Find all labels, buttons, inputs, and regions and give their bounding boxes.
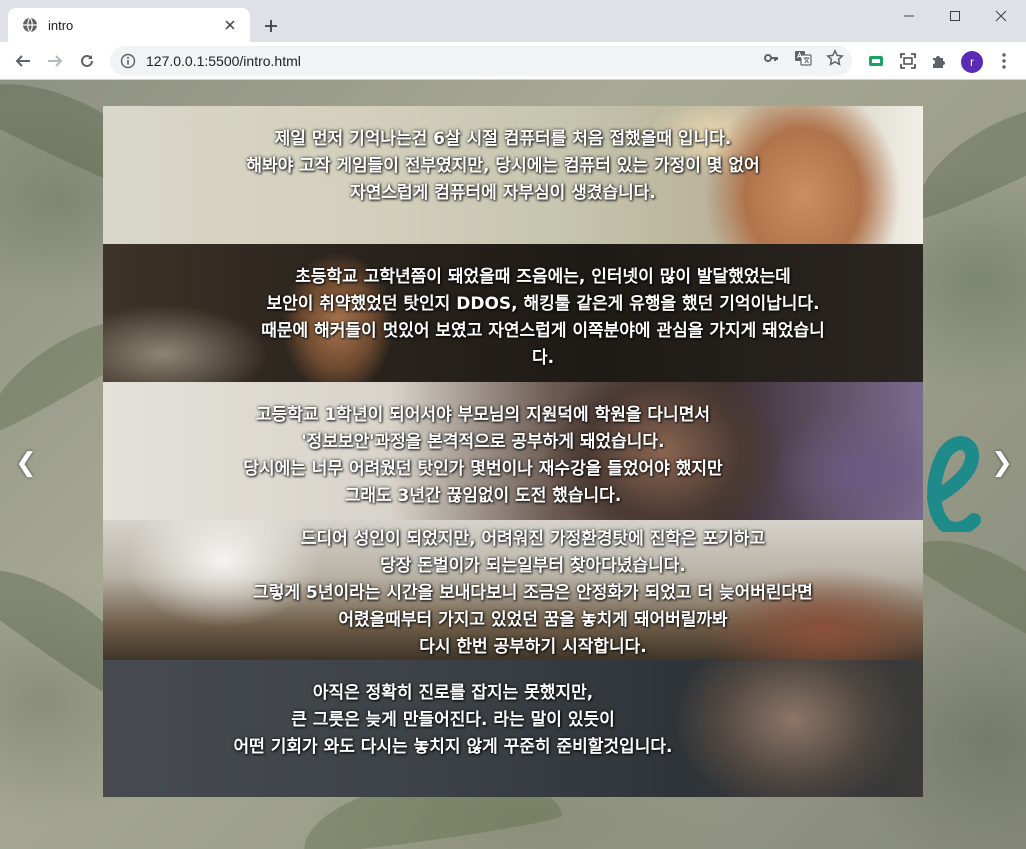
key-icon[interactable] bbox=[762, 49, 780, 67]
maximize-icon[interactable] bbox=[932, 0, 978, 32]
story-line: 초등학교 고학년쯤이 돼었을때 즈음에는, 인터넷이 많이 발달했었는데 bbox=[295, 267, 791, 287]
extension-icon[interactable] bbox=[866, 51, 886, 71]
story-line: 당시에는 너무 어려웠던 탓인가 몇번이나 재수강을 들었어야 했지만 bbox=[243, 459, 723, 479]
story-line: 자연스럽게 컴퓨터에 자부심이 생겼습니다. bbox=[350, 183, 656, 203]
plus-icon[interactable] bbox=[258, 13, 284, 39]
kebab-menu-icon[interactable] bbox=[994, 51, 1014, 71]
star-icon[interactable] bbox=[826, 49, 844, 67]
story-panel-1: 제일 먼저 기억나는건 6살 시절 컴퓨터를 처음 접했을때 입니다. 해봐야 … bbox=[103, 106, 923, 244]
story-text-3: 고등학교 1학년이 되어서야 부모님의 지원덕에 학원을 다니면서 '정보보안'… bbox=[143, 402, 823, 510]
story-text-1: 제일 먼저 기억나는건 6살 시절 컴퓨터를 처음 접했을때 입니다. 해봐야 … bbox=[163, 126, 843, 207]
story-line: 때문에 해커들이 멋있어 보였고 자연스럽게 이쪽분야에 관심을 가지게 돼었습… bbox=[261, 321, 825, 341]
browser-toolbar: 127.0.0.1:5500/intro.html r bbox=[0, 42, 1026, 80]
page-background: 제일 먼저 기억나는건 6살 시절 컴퓨터를 처음 접했을때 입니다. 해봐야 … bbox=[0, 80, 1026, 849]
tab-title: intro bbox=[48, 17, 74, 33]
story-line: 다시 한번 공부하기 시작합니다. bbox=[419, 637, 647, 657]
script-e-logo bbox=[927, 436, 981, 532]
story-line: 당장 돈벌이가 되는일부터 찾아다녔습니다. bbox=[380, 556, 686, 576]
story-line: 제일 먼저 기억나는건 6살 시절 컴퓨터를 처음 접했을때 입니다. bbox=[274, 129, 732, 149]
forward-icon[interactable] bbox=[41, 47, 69, 75]
window-close-icon[interactable] bbox=[978, 0, 1024, 32]
info-icon[interactable] bbox=[120, 53, 136, 69]
story-line: 드디어 성인이 되었지만, 어려워진 가정환경탓에 진학은 포기하고 bbox=[300, 529, 766, 549]
story-line: '정보보안'과정을 본격적으로 공부하게 돼었습니다. bbox=[301, 432, 665, 452]
carousel-prev-button[interactable]: ❮ bbox=[14, 448, 38, 478]
reload-icon[interactable] bbox=[73, 47, 101, 75]
screen-capture-icon[interactable] bbox=[898, 51, 918, 71]
minimize-icon[interactable] bbox=[886, 0, 932, 32]
story-line: 어떤 기회가 와도 다시는 놓치지 않게 꾸준히 준비할것입니다. bbox=[233, 737, 673, 757]
tab-strip: intro bbox=[0, 0, 1026, 42]
story-line: 해봐야 고작 게임들이 전부였지만, 당시에는 컴퓨터 있는 가정이 몇 없어 bbox=[246, 156, 760, 176]
url-text: 127.0.0.1:5500/intro.html bbox=[146, 53, 301, 69]
story-panel-5: 아직은 정확히 진로를 잡지는 못했지만, 큰 그릇은 늦게 만들어진다. 라는… bbox=[103, 660, 923, 797]
translate-icon[interactable] bbox=[794, 49, 812, 67]
address-bar[interactable]: 127.0.0.1:5500/intro.html bbox=[110, 46, 852, 76]
story-line: 어렸을때부터 가지고 있었던 꿈을 놓치게 돼어버릴까봐 bbox=[338, 610, 728, 630]
avatar[interactable]: r bbox=[961, 51, 983, 73]
globe-icon bbox=[22, 17, 38, 33]
story-text-4: 드디어 성인이 되었지만, 어려워진 가정환경탓에 진학은 포기하고 당장 돈벌… bbox=[143, 526, 923, 660]
back-icon[interactable] bbox=[9, 47, 37, 75]
story-line: 다. bbox=[531, 348, 555, 368]
story-line: 아직은 정확히 진로를 잡지는 못했지만, bbox=[312, 683, 594, 703]
story-panel-4: 드디어 성인이 되었지만, 어려워진 가정환경탓에 진학은 포기하고 당장 돈벌… bbox=[103, 520, 923, 660]
puzzle-icon[interactable] bbox=[929, 51, 949, 71]
story-text-5: 아직은 정확히 진로를 잡지는 못했지만, 큰 그릇은 늦게 만들어진다. 라는… bbox=[143, 680, 763, 761]
story-line: 보안이 취약했었던 탓인지 DDOS, 해킹툴 같은게 유행을 했던 기억이납니… bbox=[266, 294, 820, 314]
close-icon[interactable] bbox=[220, 15, 240, 35]
carousel-next-button[interactable]: ❯ bbox=[990, 448, 1014, 478]
story-line: 큰 그릇은 늦게 만들어진다. 라는 말이 있듯이 bbox=[291, 710, 615, 730]
story-panel-3: 고등학교 1학년이 되어서야 부모님의 지원덕에 학원을 다니면서 '정보보안'… bbox=[103, 382, 923, 520]
story-line: 그래도 3년간 끊임없이 도전 했습니다. bbox=[344, 486, 622, 506]
story-panel-2: 초등학교 고학년쯤이 돼었을때 즈음에는, 인터넷이 많이 발달했었는데 보안이… bbox=[103, 244, 923, 382]
browser-tab[interactable]: intro bbox=[8, 8, 250, 42]
story-line: 그렇게 5년이라는 시간을 보내다보니 조금은 안정화가 되었고 더 늦어버린다… bbox=[253, 583, 813, 603]
story-text-2: 초등학교 고학년쯤이 돼었을때 즈음에는, 인터넷이 많이 발달했었는데 보안이… bbox=[173, 264, 913, 372]
story-line: 고등학교 1학년이 되어서야 부모님의 지원덕에 학원을 다니면서 bbox=[256, 405, 710, 425]
